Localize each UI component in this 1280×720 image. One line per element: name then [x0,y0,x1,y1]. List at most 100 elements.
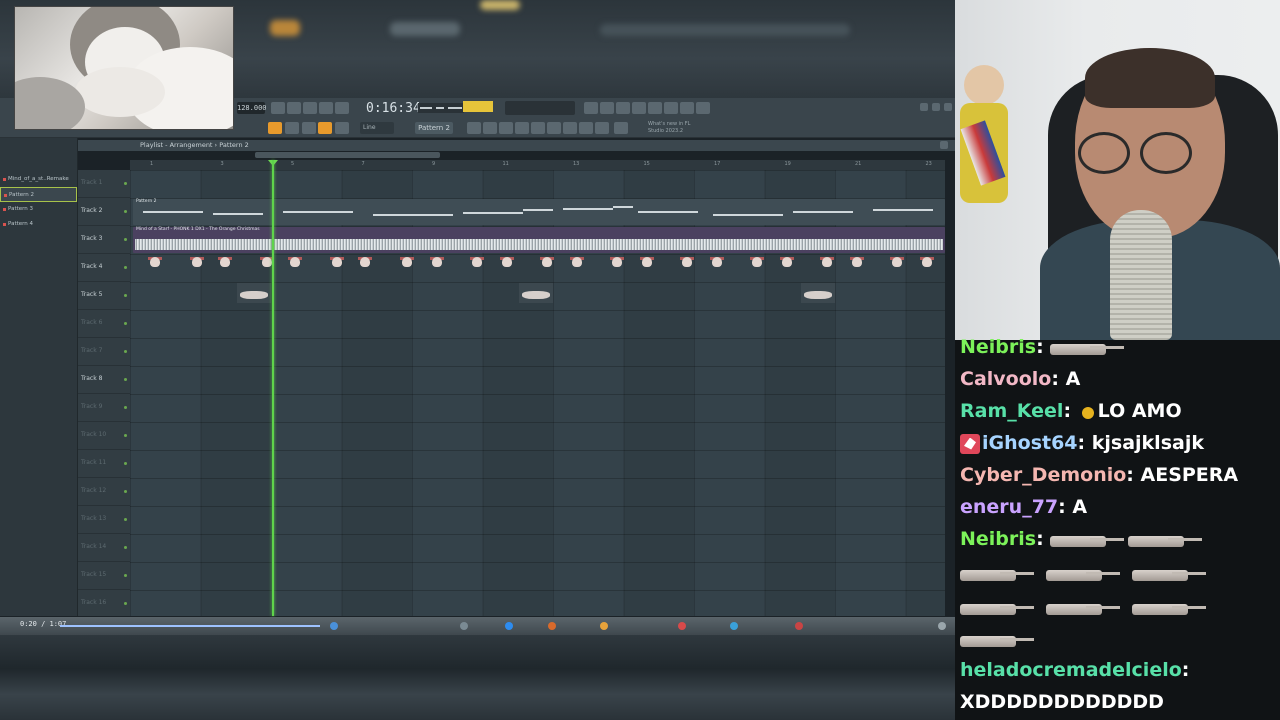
track-mute-icon[interactable] [124,462,127,465]
app-icon[interactable] [548,622,556,630]
window-close-icon[interactable] [944,103,952,111]
drum-hit[interactable] [890,257,904,271]
view-mixer-icon[interactable] [515,122,529,134]
track-header[interactable]: Track 15 [78,562,130,590]
chat-username[interactable]: Calvoolo [960,368,1051,390]
track-mute-icon[interactable] [124,322,127,325]
app-icon[interactable] [600,622,608,630]
chat-username[interactable]: Neibris [960,336,1036,358]
drum-hit[interactable] [218,257,232,271]
view-project-icon[interactable] [579,122,593,134]
drum-hit[interactable] [500,257,514,271]
loop-record-icon[interactable] [319,102,333,114]
view-plugin-picker-icon[interactable] [547,122,561,134]
track-header[interactable]: Track 5 [78,282,130,310]
drum-hit[interactable] [610,257,624,271]
app-icon[interactable] [795,622,803,630]
view-touch-keyboard-icon[interactable] [563,122,577,134]
news-icon[interactable] [614,122,628,134]
drum-hit[interactable] [640,257,654,271]
mic-icon[interactable] [616,102,630,114]
fx-clip[interactable] [237,283,271,303]
drum-hit[interactable] [710,257,724,271]
track-mute-icon[interactable] [124,238,127,241]
track-header[interactable]: Track 14 [78,534,130,562]
paint-tool-icon[interactable] [302,122,316,134]
drum-hit[interactable] [780,257,794,271]
record-mode-icon[interactable] [268,122,282,134]
pattern-clip[interactable]: Pattern 2 [133,199,945,225]
drum-hit[interactable] [850,257,864,271]
app-icon[interactable] [678,622,686,630]
app-icon[interactable] [460,622,468,630]
tempo-display[interactable]: 128.000 [237,102,267,114]
app-icon[interactable] [505,622,513,630]
timeline-ruler[interactable]: 1 3 5 7 9 11 13 15 17 19 21 23 [130,160,945,170]
render-icon[interactable] [664,102,678,114]
chat-username[interactable]: Neibris [960,528,1036,550]
browser-item[interactable]: Pattern 3 [0,202,77,217]
chat-username[interactable]: Ram_Keel [960,400,1063,422]
fx-clip[interactable] [519,283,553,303]
track-mute-icon[interactable] [124,602,127,605]
chat-username[interactable]: heladocremadelcielo [960,659,1182,681]
drum-hit[interactable] [148,257,162,271]
playlist-close-icon[interactable] [940,141,948,149]
undo-icon[interactable] [584,102,598,114]
browser-item[interactable]: Pattern 2 [0,187,77,202]
track-mute-icon[interactable] [124,266,127,269]
track-mute-icon[interactable] [124,434,127,437]
drum-hit[interactable] [470,257,484,271]
window-minimize-icon[interactable] [920,103,928,111]
track-mute-icon[interactable] [124,182,127,185]
browser-item[interactable]: Pattern 4 [0,217,77,232]
plugin-icon[interactable] [696,102,710,114]
chat-username[interactable]: Cyber_Demonio [960,464,1126,486]
track-header[interactable]: Track 4 [78,254,130,282]
drum-hit[interactable] [920,257,934,271]
help-icon[interactable] [632,102,646,114]
track-header[interactable]: Track 9 [78,394,130,422]
track-mute-icon[interactable] [124,490,127,493]
drum-hit[interactable] [358,257,372,271]
track-header[interactable]: Track 13 [78,506,130,534]
window-maximize-icon[interactable] [932,103,940,111]
drum-hit[interactable] [570,257,584,271]
track-header[interactable]: Track 1 [78,170,130,198]
fx-clip[interactable] [801,283,835,303]
track-mute-icon[interactable] [124,378,127,381]
cut-icon[interactable] [600,102,614,114]
draw-tool-icon[interactable] [285,122,299,134]
wait-record-icon[interactable] [287,102,301,114]
app-icon[interactable] [330,622,338,630]
news-ticker[interactable]: What's new in FL Studio 2023.2 [648,121,704,135]
countdown-icon[interactable] [303,102,317,114]
track-header[interactable]: Track 2 [78,198,130,226]
track-mute-icon[interactable] [124,210,127,213]
pattern-selector[interactable]: Pattern 2 [415,122,453,134]
arrangement-grid[interactable]: Pattern 2 Mind of a Starf - PHONK 1 DX1 … [130,170,945,616]
view-tempo-icon[interactable] [595,122,609,134]
view-browser-icon[interactable] [531,122,545,134]
metronome-icon[interactable] [271,102,285,114]
snap-icon[interactable] [318,122,332,134]
track-header[interactable]: Track 11 [78,450,130,478]
view-channel-rack-icon[interactable] [483,122,497,134]
media-progress[interactable] [60,625,320,627]
drum-hit[interactable] [330,257,344,271]
track-header[interactable]: Track 16 [78,590,130,618]
tray-icon[interactable] [938,622,946,630]
browser-item[interactable]: Mind_of_a_st..Remake [0,172,77,187]
drum-hit[interactable] [680,257,694,271]
save-icon[interactable] [648,102,662,114]
track-header[interactable]: Track 8 [78,366,130,394]
audio-clip[interactable]: Mind of a Starf - PHONK 1 DX1 - The Oran… [133,227,945,253]
drum-hit[interactable] [540,257,554,271]
drum-hit[interactable] [430,257,444,271]
track-mute-icon[interactable] [124,294,127,297]
track-mute-icon[interactable] [124,546,127,549]
playlist-scrollbar[interactable] [255,152,440,158]
app-icon[interactable] [730,622,738,630]
drum-hit[interactable] [750,257,764,271]
track-header[interactable]: Track 7 [78,338,130,366]
